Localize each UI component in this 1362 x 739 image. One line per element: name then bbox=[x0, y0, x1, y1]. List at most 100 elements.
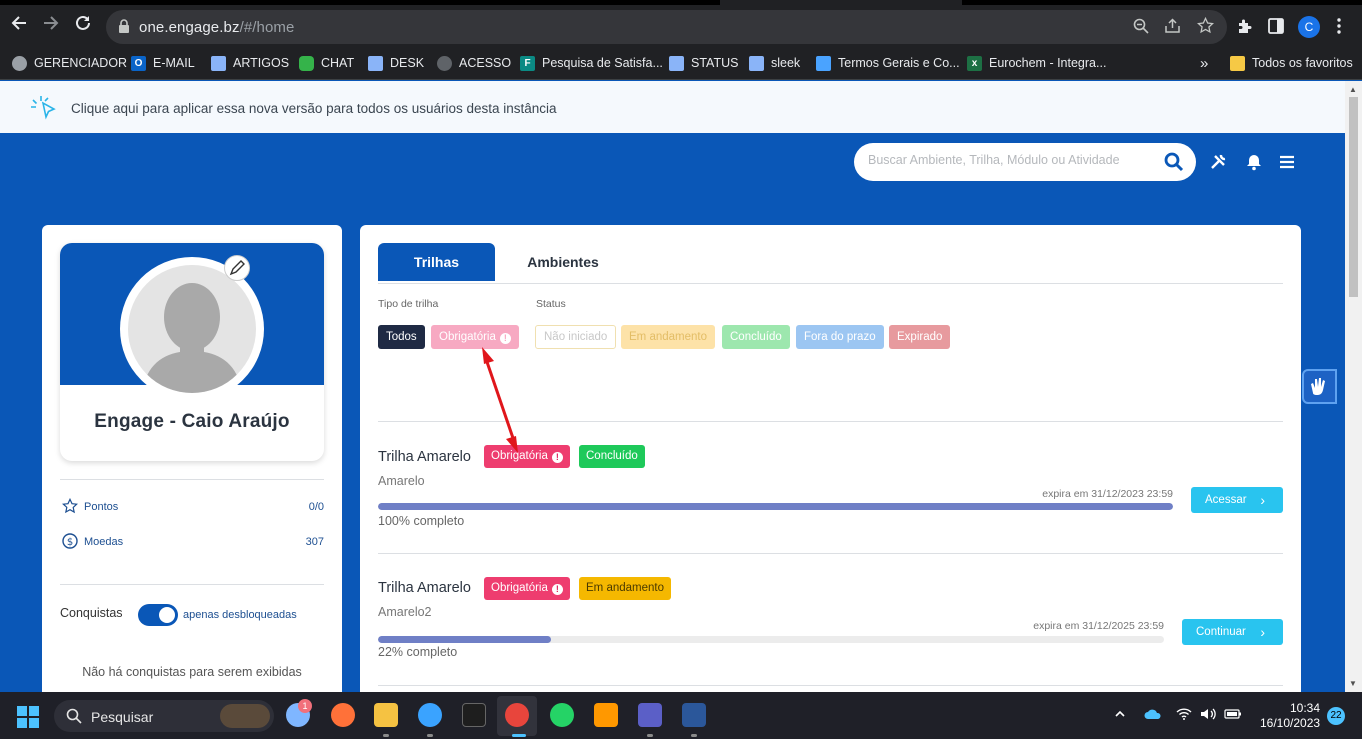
sign-language-widget[interactable] bbox=[1302, 369, 1337, 404]
battery-icon[interactable] bbox=[1224, 708, 1242, 723]
zoom-icon[interactable] bbox=[1133, 18, 1149, 38]
bookmark-star-icon[interactable] bbox=[1196, 16, 1215, 38]
clock[interactable]: 10:34 16/10/2023 bbox=[1260, 701, 1320, 731]
trail-title[interactable]: Trilha Amarelo bbox=[378, 449, 471, 465]
continue-button[interactable]: Continuar › bbox=[1182, 619, 1283, 645]
chip-label: Concluído bbox=[730, 331, 782, 343]
chip-label: Em andamento bbox=[629, 331, 707, 343]
filter-obrigatoria[interactable]: Obrigatória! bbox=[431, 325, 519, 349]
points-row: Pontos 0/0 bbox=[62, 498, 324, 516]
bookmark-status[interactable]: STATUS bbox=[669, 54, 738, 72]
firefox-icon[interactable] bbox=[331, 703, 355, 727]
progress-fill bbox=[378, 503, 1173, 510]
bookmark-pesquisa[interactable]: F Pesquisa de Satisfa... bbox=[520, 54, 663, 72]
achievements-empty-message: Não há conquistas para serem exibidas bbox=[82, 665, 302, 679]
scroll-up-icon[interactable]: ▲ bbox=[1349, 85, 1357, 94]
doc-icon bbox=[669, 55, 684, 71]
volume-icon[interactable] bbox=[1200, 708, 1216, 723]
notification-badge[interactable]: 22 bbox=[1327, 707, 1345, 725]
coins-value: 307 bbox=[305, 536, 324, 548]
bookmark-termos[interactable]: Termos Gerais e Co... bbox=[816, 54, 960, 72]
forward-icon[interactable] bbox=[42, 14, 60, 35]
access-button[interactable]: Acessar › bbox=[1191, 487, 1283, 513]
search-icon bbox=[66, 708, 82, 724]
divider bbox=[60, 584, 324, 585]
bookmark-gerenciador[interactable]: GERENCIADOR bbox=[12, 54, 127, 72]
filter-todos[interactable]: Todos bbox=[378, 325, 425, 349]
bookmark-label: GERENCIADOR bbox=[34, 56, 128, 70]
excel-icon: x bbox=[967, 55, 982, 71]
bookmark-email[interactable]: O E-MAIL bbox=[131, 54, 195, 72]
exclamation-icon: ! bbox=[551, 584, 563, 595]
scrollbar-thumb[interactable] bbox=[1349, 97, 1358, 297]
edit-avatar-button[interactable] bbox=[224, 255, 250, 281]
file-explorer-icon[interactable] bbox=[374, 703, 398, 727]
bookmark-chat[interactable]: CHAT bbox=[299, 54, 354, 72]
update-notice-bar[interactable]: Clique aqui para aplicar essa nova versã… bbox=[0, 81, 1345, 133]
windows-taskbar: Pesquisar 1 10:34 16/10/2023 22 bbox=[0, 692, 1362, 739]
whatsapp-icon[interactable] bbox=[550, 703, 574, 727]
app-icon[interactable] bbox=[462, 703, 486, 727]
divider bbox=[378, 685, 1283, 686]
bookmark-artigos[interactable]: ARTIGOS bbox=[211, 54, 289, 72]
profile-avatar[interactable]: C bbox=[1298, 16, 1320, 38]
filter-em-andamento[interactable]: Em andamento bbox=[621, 325, 715, 349]
filter-concluido[interactable]: Concluído bbox=[722, 325, 790, 349]
chrome-icon[interactable] bbox=[505, 703, 529, 727]
search-icon[interactable] bbox=[1164, 152, 1184, 172]
bookmarks-overflow-button[interactable]: » bbox=[1200, 54, 1208, 72]
wifi-icon[interactable] bbox=[1176, 708, 1192, 723]
filter-fora-do-prazo[interactable]: Fora do prazo bbox=[796, 325, 884, 349]
filter-expirado[interactable]: Expirado bbox=[889, 325, 951, 349]
bookmark-label: E-MAIL bbox=[153, 56, 195, 70]
tab-ambientes[interactable]: Ambientes bbox=[510, 243, 616, 281]
word-icon[interactable] bbox=[682, 703, 706, 727]
scroll-down-icon[interactable]: ▼ bbox=[1349, 679, 1357, 688]
chip-label: Fora do prazo bbox=[804, 331, 876, 343]
site-info-icon[interactable] bbox=[118, 19, 130, 33]
notice-text[interactable]: Clique aqui para aplicar essa nova versã… bbox=[71, 101, 557, 116]
taskbar-search[interactable]: Pesquisar bbox=[54, 700, 274, 732]
search-input[interactable] bbox=[868, 153, 1148, 167]
share-icon[interactable] bbox=[1164, 18, 1181, 38]
bookmark-label: ACESSO bbox=[459, 56, 512, 70]
tools-icon[interactable] bbox=[1209, 153, 1227, 171]
status-badge: Concluído bbox=[579, 445, 645, 468]
doc-icon bbox=[368, 55, 383, 71]
coins-row: $ Moedas 307 bbox=[62, 533, 324, 551]
url-text[interactable]: one.engage.bz/#/home bbox=[139, 19, 294, 36]
sublime-icon[interactable] bbox=[594, 703, 618, 727]
address-bar[interactable]: one.engage.bz/#/home bbox=[106, 10, 1227, 44]
url-path: /#/home bbox=[239, 19, 295, 36]
browser-toolbar: one.engage.bz/#/home C bbox=[0, 0, 1362, 46]
avatar-placeholder bbox=[128, 265, 256, 393]
all-favorites-folder[interactable]: Todos os favoritos bbox=[1230, 54, 1353, 72]
bookmark-sleek[interactable]: sleek bbox=[749, 54, 800, 72]
bookmark-acesso[interactable]: ACESSO bbox=[437, 54, 511, 72]
side-panel-icon[interactable] bbox=[1268, 18, 1284, 39]
bookmark-desk[interactable]: DESK bbox=[368, 54, 424, 72]
teams-icon[interactable] bbox=[638, 703, 662, 727]
paint-icon[interactable] bbox=[418, 703, 442, 727]
browser-menu-icon[interactable] bbox=[1336, 18, 1342, 39]
unlocked-only-toggle[interactable] bbox=[138, 604, 178, 626]
active-tab[interactable] bbox=[720, 0, 962, 5]
menu-icon[interactable] bbox=[1278, 153, 1296, 171]
onedrive-icon[interactable] bbox=[1144, 708, 1162, 723]
bookmark-eurochem[interactable]: x Eurochem - Integra... bbox=[967, 54, 1106, 72]
progress-text: 100% completo bbox=[378, 514, 465, 528]
page-scrollbar[interactable]: ▲ ▼ bbox=[1345, 81, 1362, 692]
trail-type-label: Tipo de trilha bbox=[378, 298, 439, 310]
tab-trilhas[interactable]: Trilhas bbox=[378, 243, 495, 281]
trail-subtitle: Amarelo2 bbox=[378, 605, 432, 619]
bookmark-label: CHAT bbox=[321, 56, 355, 70]
extensions-icon[interactable] bbox=[1236, 18, 1253, 40]
trail-title[interactable]: Trilha Amarelo bbox=[378, 580, 471, 596]
filter-nao-iniciado[interactable]: Não iniciado bbox=[535, 325, 617, 349]
bell-icon[interactable] bbox=[1245, 153, 1263, 171]
chevron-up-icon[interactable] bbox=[1114, 708, 1126, 723]
global-search[interactable] bbox=[854, 143, 1196, 181]
back-icon[interactable] bbox=[10, 14, 28, 35]
reload-icon[interactable] bbox=[74, 14, 92, 35]
windows-start-icon[interactable] bbox=[17, 706, 39, 728]
